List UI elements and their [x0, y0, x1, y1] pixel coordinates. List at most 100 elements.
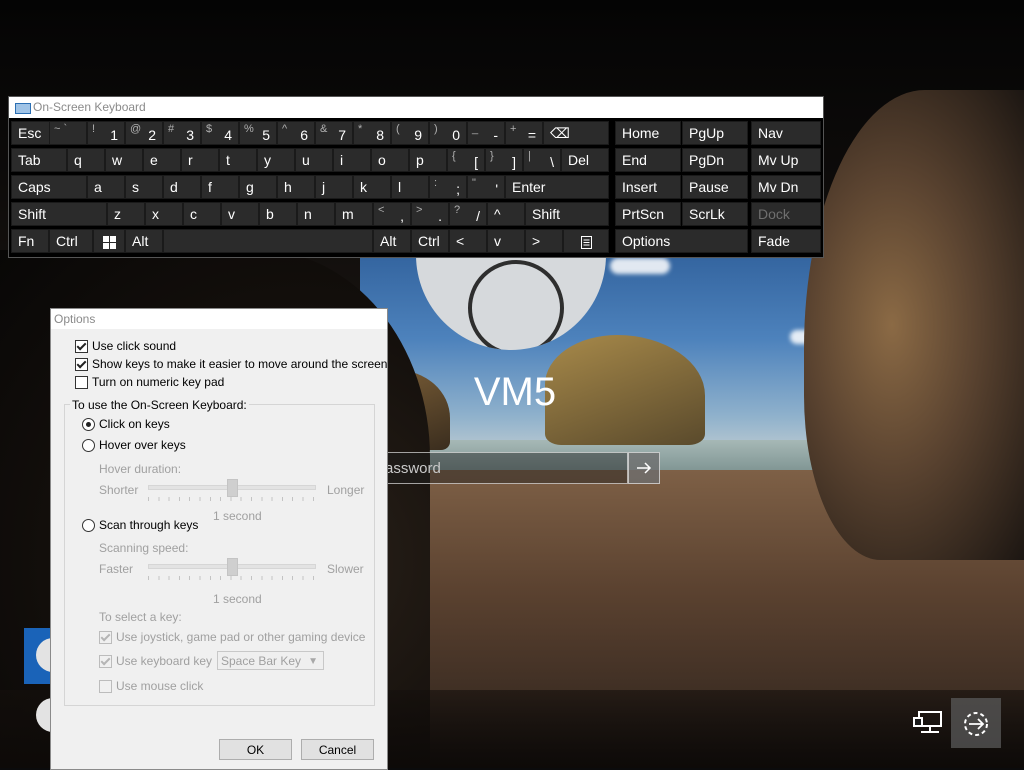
use-joystick-checkbox[interactable]: Use joystick, game pad or other gaming d…	[99, 630, 365, 644]
key-y[interactable]: y	[257, 148, 295, 172]
key-d[interactable]: d	[163, 175, 201, 199]
key-0[interactable]: ) 0	[429, 121, 467, 145]
osk-title-bar[interactable]: On-Screen Keyboard	[9, 97, 823, 118]
key-home[interactable]: Home	[615, 121, 681, 145]
scan-through-keys-radio[interactable]: Scan through keys	[82, 518, 198, 532]
numeric-keypad-checkbox[interactable]: Turn on numeric key pad	[75, 375, 224, 389]
use-click-sound-checkbox[interactable]: Use click sound	[75, 339, 176, 353]
key-b[interactable]: b	[259, 202, 297, 226]
key-slash[interactable]: ? /	[449, 202, 487, 226]
key-tilde[interactable]: ~ `	[49, 121, 87, 145]
key-ctrl-right[interactable]: Ctrl	[411, 229, 449, 253]
key-9[interactable]: (9	[391, 121, 429, 145]
key-k[interactable]: k	[353, 175, 391, 199]
key-right-bracket[interactable]: }]	[485, 148, 523, 172]
user-tile-selected[interactable]	[24, 628, 70, 684]
key-windows[interactable]	[93, 229, 125, 253]
key-scrlk[interactable]: ScrLk	[682, 202, 748, 226]
radio-unselected[interactable]	[82, 518, 95, 532]
key-shift-right[interactable]: Shift	[525, 202, 609, 226]
key-f[interactable]: f	[201, 175, 239, 199]
user-tile-other[interactable]	[24, 688, 70, 744]
key-prtscn[interactable]: PrtScn	[615, 202, 681, 226]
use-mouse-click-checkbox[interactable]: Use mouse click	[99, 679, 203, 693]
key-del[interactable]: Del	[561, 148, 609, 172]
key-right-arrow[interactable]: >	[525, 229, 563, 253]
key-x[interactable]: x	[145, 202, 183, 226]
key-tab[interactable]: Tab	[11, 148, 67, 172]
key-z[interactable]: z	[107, 202, 145, 226]
key-p[interactable]: p	[409, 148, 447, 172]
network-button[interactable]	[904, 698, 954, 748]
checkbox-checked[interactable]	[75, 357, 88, 371]
slider-thumb[interactable]	[227, 558, 238, 576]
key-mv-up[interactable]: Mv Up	[751, 148, 821, 172]
key-h[interactable]: h	[277, 175, 315, 199]
key-i[interactable]: i	[333, 148, 371, 172]
radio-unselected[interactable]	[82, 438, 95, 452]
key-5[interactable]: % 5	[239, 121, 277, 145]
key-e[interactable]: e	[143, 148, 181, 172]
key-pause[interactable]: Pause	[682, 175, 748, 199]
key-l[interactable]: l	[391, 175, 429, 199]
key-quote[interactable]: " '	[467, 175, 505, 199]
key-caps[interactable]: Caps	[11, 175, 87, 199]
key-j[interactable]: j	[315, 175, 353, 199]
key-t[interactable]: t	[219, 148, 257, 172]
checkbox-unchecked[interactable]	[99, 679, 112, 693]
key-end[interactable]: End	[615, 148, 681, 172]
key-7[interactable]: & 7	[315, 121, 353, 145]
submit-arrow-button[interactable]	[628, 452, 660, 484]
use-keyboard-key-checkbox[interactable]: Use keyboard key	[99, 654, 212, 668]
key-backspace[interactable]: ⌫	[543, 121, 609, 145]
radio-selected[interactable]	[82, 417, 95, 431]
key-u[interactable]: u	[295, 148, 333, 172]
password-input[interactable]: assword	[366, 452, 628, 484]
hover-over-keys-radio[interactable]: Hover over keys	[82, 438, 186, 452]
key-dock[interactable]: Dock	[751, 202, 821, 226]
key-3[interactable]: #3	[163, 121, 201, 145]
key-alt-left[interactable]: Alt	[125, 229, 163, 253]
slider-thumb[interactable]	[227, 479, 238, 497]
key-pgup[interactable]: PgUp	[682, 121, 748, 145]
key-1[interactable]: ! 1	[87, 121, 125, 145]
key-v[interactable]: v	[221, 202, 259, 226]
keyboard-key-select[interactable]: Space Bar Key ▼	[217, 651, 324, 670]
key-period[interactable]: >.	[411, 202, 449, 226]
show-keys-checkbox[interactable]: Show keys to make it easier to move arou…	[75, 357, 387, 371]
key-minus[interactable]: _ -	[467, 121, 505, 145]
key-comma[interactable]: <,	[373, 202, 411, 226]
key-semicolon[interactable]: :;	[429, 175, 467, 199]
key-w[interactable]: w	[105, 148, 143, 172]
key-down-arrow[interactable]: v	[487, 229, 525, 253]
key-fn[interactable]: Fn	[11, 229, 49, 253]
key-a[interactable]: a	[87, 175, 125, 199]
scanning-speed-slider[interactable]	[148, 558, 316, 580]
key-nav[interactable]: Nav	[751, 121, 821, 145]
key-q[interactable]: q	[67, 148, 105, 172]
key-left-bracket[interactable]: {[	[447, 148, 485, 172]
checkbox-checked[interactable]	[75, 339, 88, 353]
ok-button[interactable]: OK	[219, 739, 292, 760]
key-space[interactable]	[163, 229, 373, 253]
key-fade[interactable]: Fade	[751, 229, 821, 253]
ease-of-access-button[interactable]	[951, 698, 1001, 748]
checkbox-checked[interactable]	[99, 654, 112, 668]
key-pgdn[interactable]: PgDn	[682, 148, 748, 172]
key-menu[interactable]	[563, 229, 609, 253]
checkbox-unchecked[interactable]	[75, 375, 88, 389]
key-insert[interactable]: Insert	[615, 175, 681, 199]
key-up-arrow[interactable]: ^	[487, 202, 525, 226]
key-left-arrow[interactable]: <	[449, 229, 487, 253]
key-g[interactable]: g	[239, 175, 277, 199]
key-2[interactable]: @2	[125, 121, 163, 145]
key-mv-dn[interactable]: Mv Dn	[751, 175, 821, 199]
checkbox-checked[interactable]	[99, 630, 112, 644]
key-ctrl-left[interactable]: Ctrl	[49, 229, 93, 253]
key-o[interactable]: o	[371, 148, 409, 172]
key-shift-left[interactable]: Shift	[11, 202, 107, 226]
key-r[interactable]: r	[181, 148, 219, 172]
key-n[interactable]: n	[297, 202, 335, 226]
cancel-button[interactable]: Cancel	[301, 739, 374, 760]
key-6[interactable]: ^ 6	[277, 121, 315, 145]
